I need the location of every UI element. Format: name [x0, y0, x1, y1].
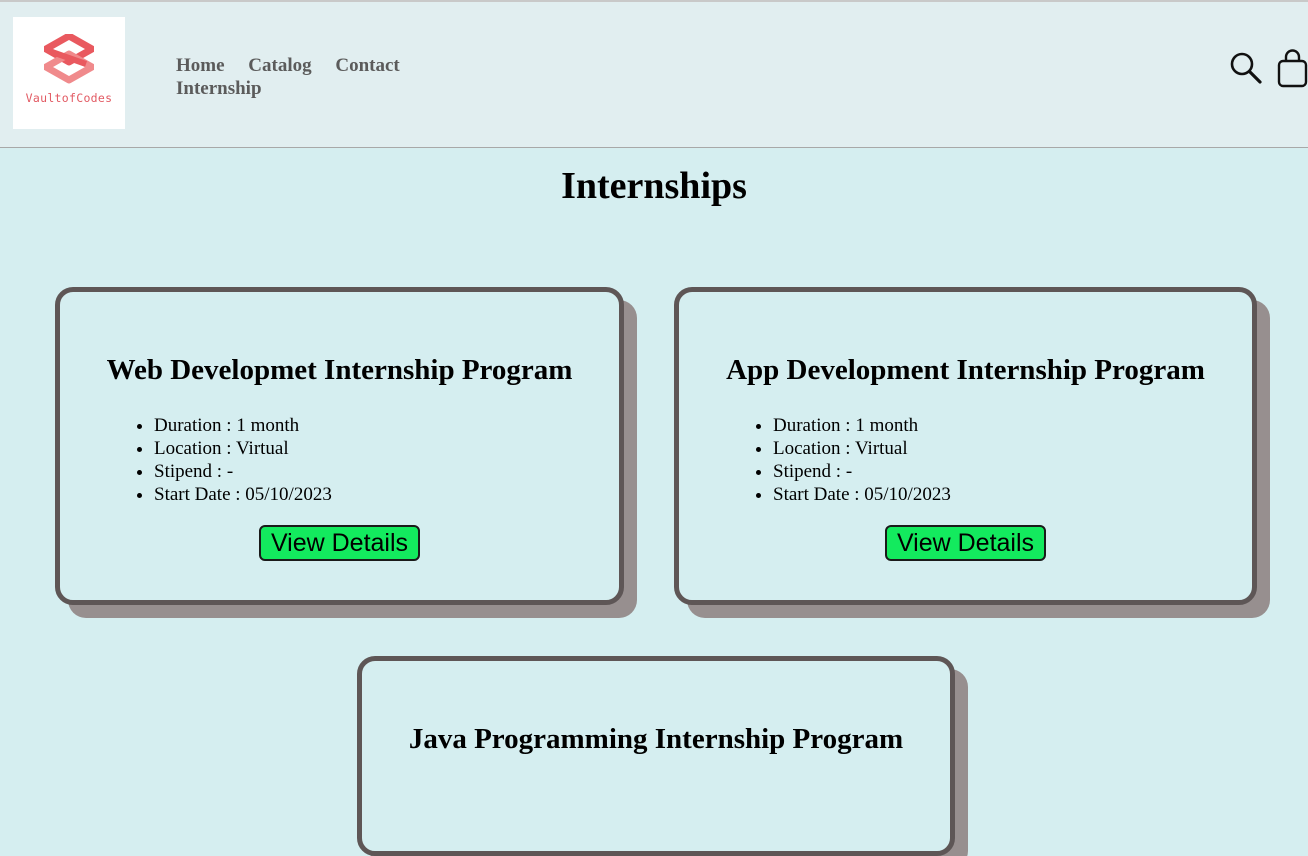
nav-internship[interactable]: Internship — [176, 78, 262, 99]
logo-mark-icon — [44, 34, 94, 84]
internship-card-app: App Development Internship Program Durat… — [674, 287, 1257, 605]
view-details-button[interactable]: View Details — [885, 525, 1046, 561]
brand-logo[interactable]: VaultofCodes — [13, 17, 125, 129]
site-header: VaultofCodes Home Catalog Contact Intern… — [0, 0, 1308, 148]
logo-text: VaultofCodes — [25, 91, 113, 105]
view-details-button[interactable]: View Details — [259, 525, 420, 561]
card-title: App Development Internship Program — [726, 354, 1205, 386]
card-details-list: Duration : 1 month Location : Virtual St… — [753, 414, 951, 506]
detail-start-date: Start Date : 05/10/2023 — [154, 483, 332, 506]
card-title: Web Developmet Internship Program — [106, 354, 573, 386]
card-title: Java Programming Internship Program — [408, 723, 904, 755]
detail-duration: Duration : 1 month — [773, 414, 951, 437]
detail-location: Location : Virtual — [154, 437, 332, 460]
search-icon[interactable] — [1229, 51, 1263, 85]
nav-contact[interactable]: Contact — [335, 55, 399, 76]
detail-stipend: Stipend : - — [154, 460, 332, 483]
page-title: Internships — [561, 165, 747, 207]
internship-card-java: Java Programming Internship Program — [357, 656, 955, 856]
detail-stipend: Stipend : - — [773, 460, 951, 483]
detail-start-date: Start Date : 05/10/2023 — [773, 483, 951, 506]
detail-duration: Duration : 1 month — [154, 414, 332, 437]
shopping-bag-icon[interactable] — [1277, 48, 1308, 88]
main-nav: Home Catalog Contact Internship — [176, 54, 426, 100]
nav-catalog[interactable]: Catalog — [248, 55, 311, 76]
detail-location: Location : Virtual — [773, 437, 951, 460]
card-details-list: Duration : 1 month Location : Virtual St… — [134, 414, 332, 506]
internship-card-web: Web Developmet Internship Program Durati… — [55, 287, 624, 605]
nav-home[interactable]: Home — [176, 55, 225, 76]
